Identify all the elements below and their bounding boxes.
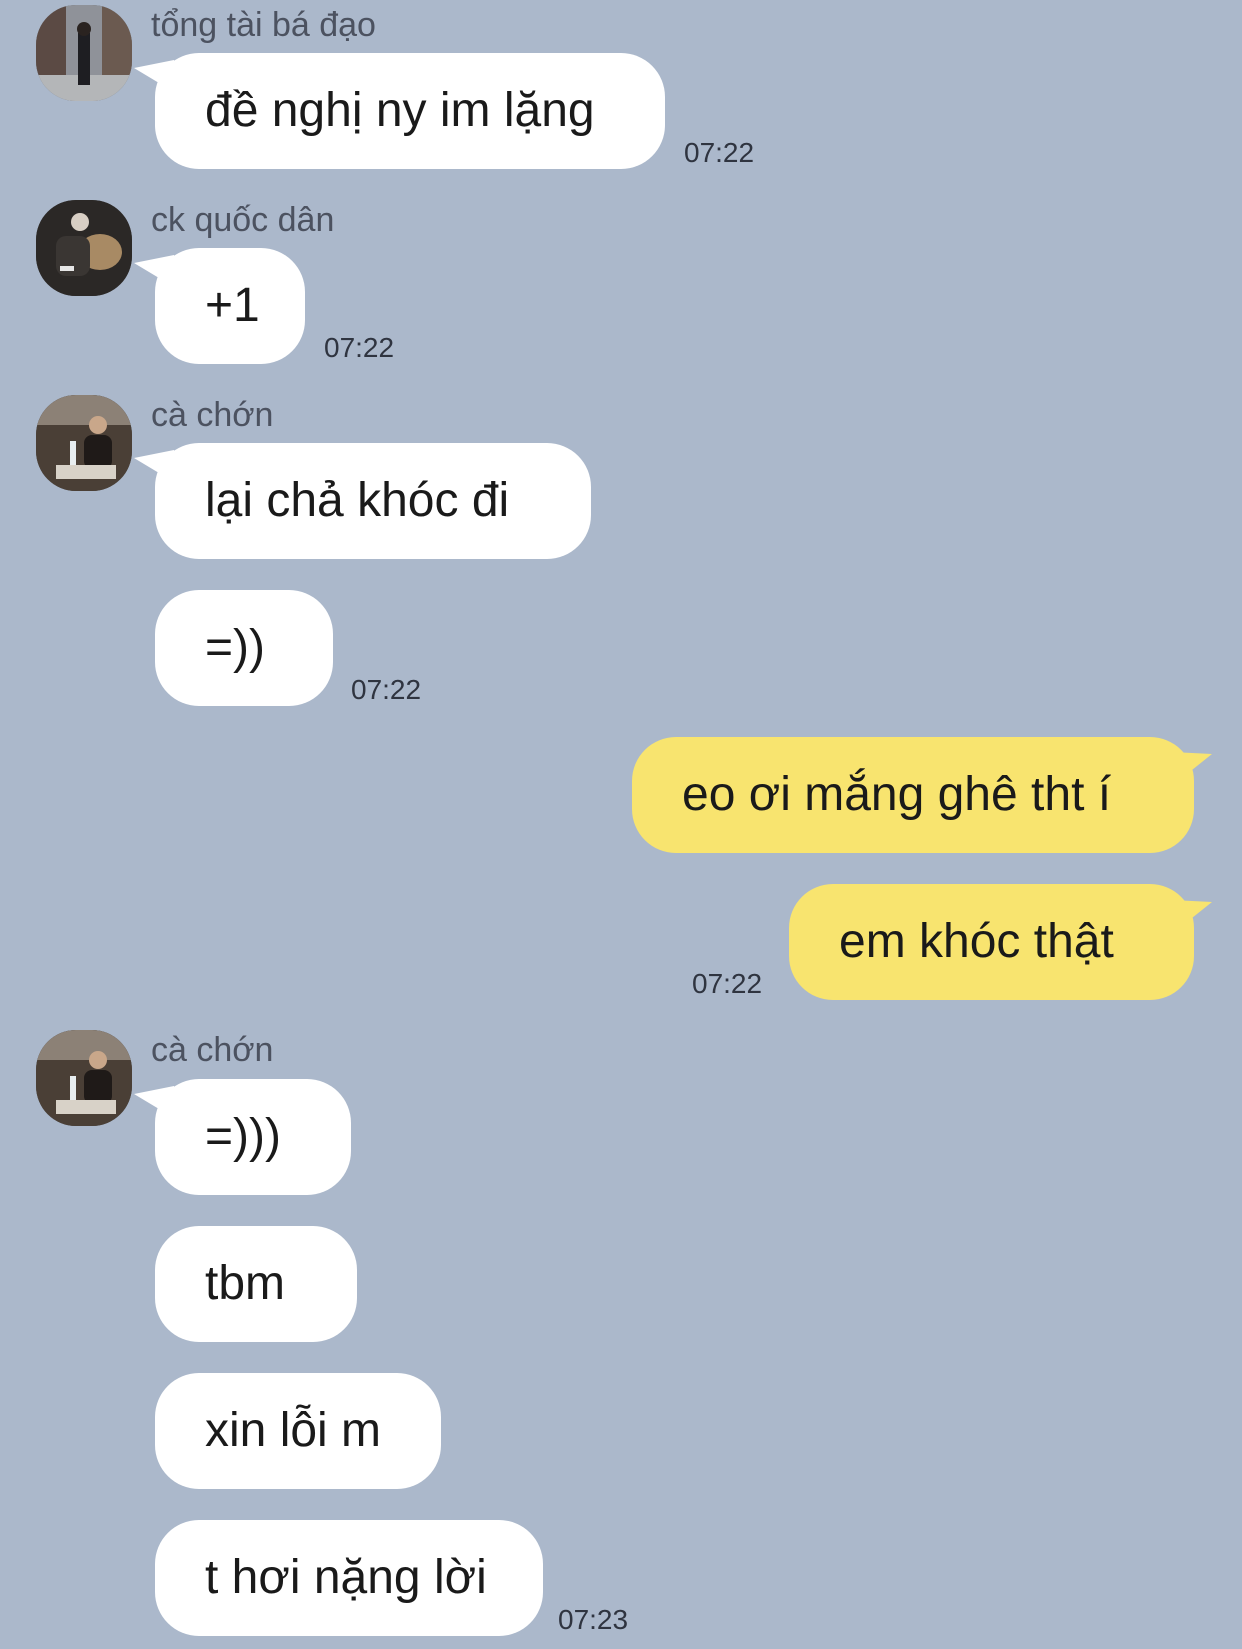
dog-photo-avatar-icon[interactable] [36, 200, 132, 296]
message-bubble[interactable]: t hơi nặng lời [155, 1520, 543, 1636]
message-time: 07:22 [324, 332, 395, 363]
message-bubble[interactable]: =))) [155, 1079, 351, 1195]
message-time: 07:22 [684, 137, 755, 168]
sender-name: ck quốc dân [151, 201, 335, 239]
message-bubble[interactable]: lại chả khóc đi [155, 443, 591, 559]
message-bubble[interactable]: em khóc thật [789, 884, 1194, 1000]
message-bubble[interactable]: eo ơi mắng ghê tht í [632, 737, 1194, 853]
message-bubble[interactable]: =)) [155, 590, 333, 706]
message-bubble[interactable]: xin lỗi m [155, 1373, 441, 1489]
restaurant-photo-avatar-icon[interactable] [36, 1030, 132, 1126]
restaurant-photo-avatar-icon[interactable] [36, 395, 132, 491]
message-time: 07:22 [692, 968, 763, 999]
message-bubble[interactable]: +1 [155, 248, 305, 364]
sender-name: tổng tài bá đạo [151, 6, 376, 44]
message-time: 07:22 [351, 674, 422, 705]
street-photo-avatar-icon[interactable] [36, 5, 132, 101]
message-time: 07:23 [558, 1604, 629, 1635]
sender-name: cà chớn [151, 1031, 274, 1069]
message-bubble[interactable]: đề nghị ny im lặng [155, 53, 665, 169]
message-bubble[interactable]: tbm [155, 1226, 357, 1342]
sender-name: cà chớn [151, 396, 274, 434]
